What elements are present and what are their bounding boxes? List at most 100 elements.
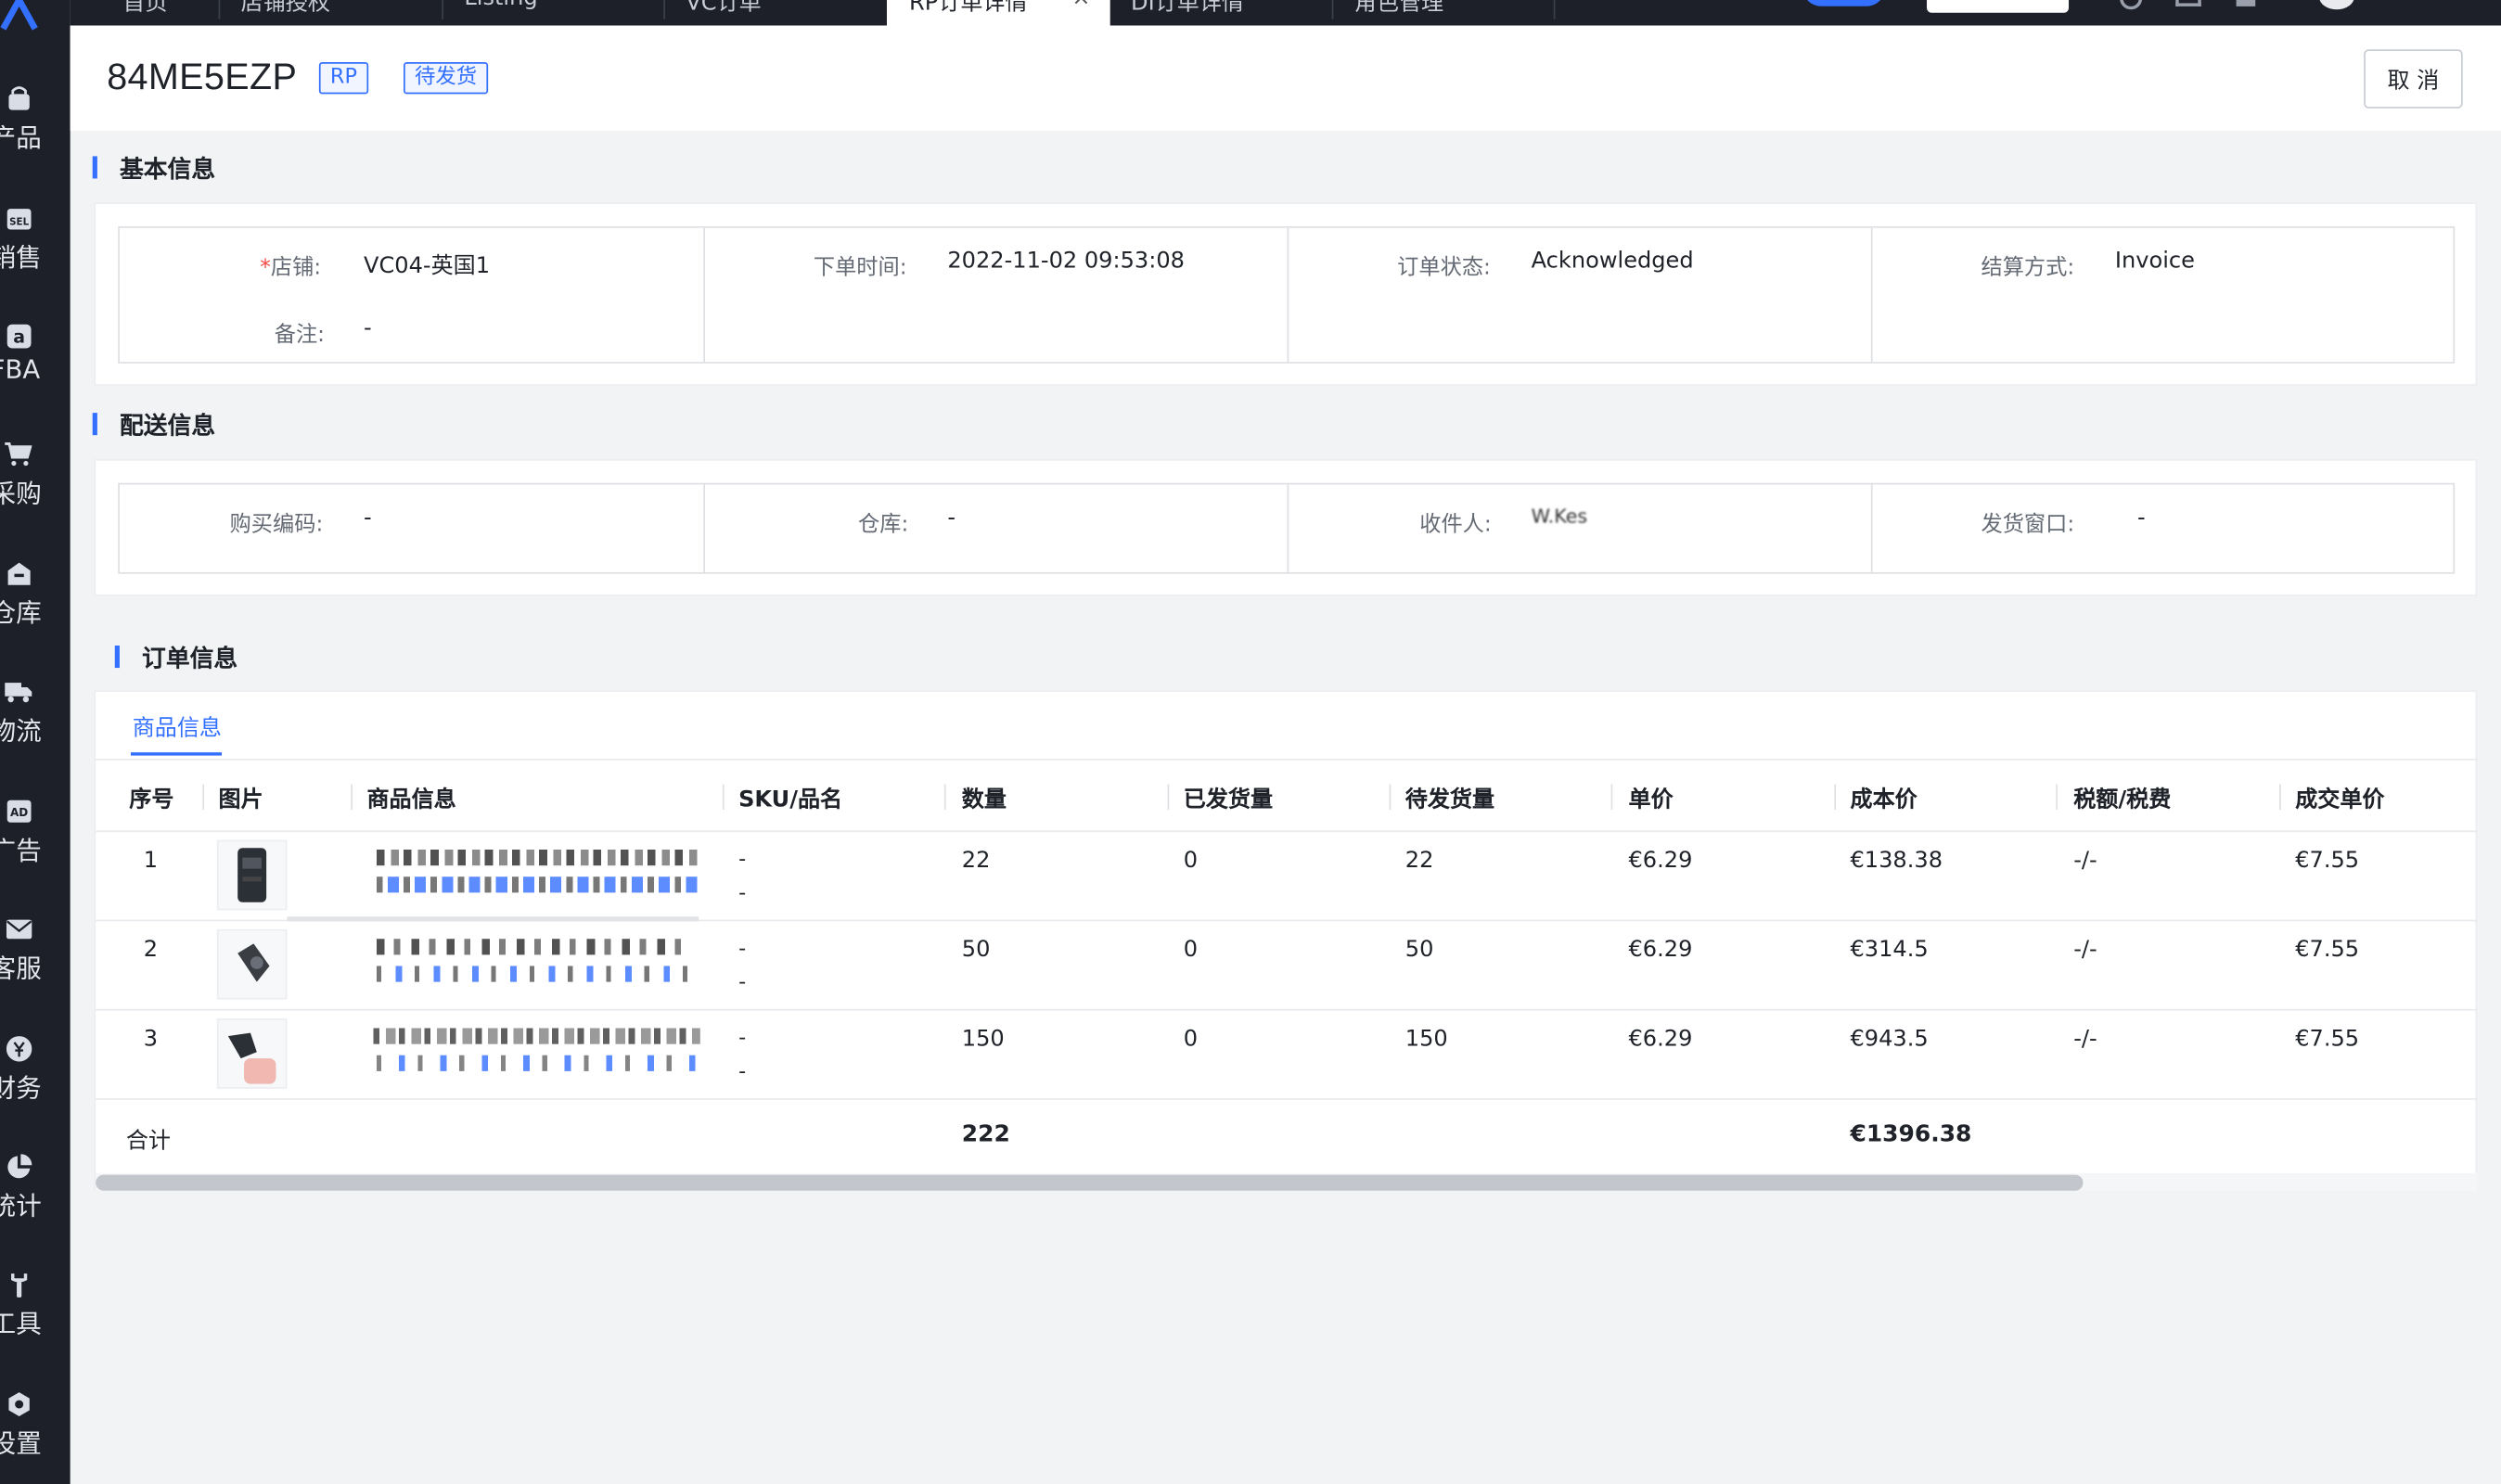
col-separator [1167, 784, 1170, 811]
hexagon-gear-icon [5, 1390, 32, 1417]
unit-price-value: €6.29 [1628, 848, 1693, 874]
tab-vc-orders[interactable]: VC订单 [686, 0, 761, 25]
row-no: 2 [143, 937, 159, 964]
tab-home[interactable]: 首页 [122, 0, 167, 25]
col-separator [722, 784, 725, 811]
tab-store-auth[interactable]: 店铺授权 [241, 0, 330, 25]
tab-separator [218, 0, 221, 19]
col-header-unit-price: 单价 [1628, 787, 1674, 813]
receiver-value: W.Kes [1531, 505, 1588, 528]
col-header-pending: 待发货量 [1404, 787, 1495, 813]
product-asin-redacted[interactable] [376, 966, 689, 982]
brand-logo-icon [0, 0, 38, 31]
cell-scrollbar [287, 916, 699, 922]
product-image-icon [237, 848, 267, 902]
sidebar-item-purchase[interactable]: 采购 [0, 440, 71, 535]
message-icon[interactable] [2175, 0, 2201, 6]
col-separator [1389, 784, 1392, 811]
deal-price-value: €7.55 [2295, 848, 2360, 874]
grid-divider [1287, 484, 1289, 572]
receiver-label: 收件人: [1419, 511, 1492, 538]
col-header-qty: 数量 [961, 787, 1007, 813]
sidebar-item-product[interactable]: 产品 [0, 84, 71, 180]
sidebar-item-ads[interactable]: AD 广告 [0, 797, 71, 892]
tax-value: -/- [2073, 937, 2097, 964]
section-marker [114, 646, 120, 669]
sidebar-item-logistics[interactable]: 物流 [0, 677, 71, 773]
order-status-badge: 待发货 [404, 62, 489, 95]
product-asin-redacted[interactable] [376, 876, 700, 893]
remark-label: 备注: [274, 322, 326, 348]
product-image-icon [227, 1032, 276, 1084]
grid-divider [1870, 484, 1873, 572]
help-icon[interactable] [2120, 0, 2143, 10]
sidebar-item-label: 工具 [0, 1308, 42, 1339]
top-tab-bar: 首页 店铺授权 Listing VC订单 RP订单详情 × DI订单详情 角色管… [70, 0, 2501, 26]
deal-price-value: €7.55 [2295, 1026, 2360, 1053]
sidebar-item-finance[interactable]: 财务 [0, 1034, 71, 1130]
sidebar-item-label: 客服 [0, 953, 42, 984]
sidebar-item-warehouse[interactable]: 仓库 [0, 559, 71, 655]
sidebar-item-settings[interactable]: 设置 [0, 1390, 71, 1484]
mail-icon [5, 915, 32, 941]
shipped-value: 0 [1183, 937, 1199, 964]
product-title-redacted [373, 1028, 700, 1044]
notification-icon[interactable] [2236, 0, 2256, 6]
warehouse-label: 仓库: [858, 511, 909, 538]
order-time-label: 下单时间: [813, 254, 907, 281]
sidebar-item-label: 财务 [0, 1072, 42, 1104]
product-thumbnail[interactable] [216, 839, 288, 911]
pending-value: 150 [1404, 1026, 1448, 1053]
tax-value: -/- [2073, 848, 2097, 874]
product-title-redacted [376, 939, 689, 955]
col-separator [202, 784, 205, 811]
col-separator [351, 784, 353, 811]
tab-separator [663, 0, 665, 19]
deal-price-value: €7.55 [2295, 937, 2360, 964]
sidebar-item-service[interactable]: 客服 [0, 915, 71, 1010]
sidebar-item-stats[interactable]: 统计 [0, 1153, 71, 1248]
wrench-icon [5, 1271, 32, 1298]
order-status-label: 订单状态: [1397, 254, 1491, 281]
col-separator [2056, 784, 2059, 811]
tab-di-order-detail[interactable]: DI订单详情 [1131, 0, 1244, 25]
sidebar-item-label: 产品 [0, 122, 42, 153]
tab-role-management[interactable]: 角色管理 [1354, 0, 1443, 25]
sidebar-item-tools[interactable]: 工具 [0, 1271, 71, 1366]
store-label: *店铺: [260, 254, 322, 281]
basic-info-card: *店铺: VC04-英国1 备注: - 下单时间: 2022-11-02 09:… [94, 202, 2478, 386]
shipped-value: 0 [1183, 848, 1199, 874]
avatar[interactable] [2318, 0, 2354, 10]
product-thumbnail[interactable] [216, 1018, 288, 1089]
purchase-code-value: - [364, 505, 372, 531]
sidebar-item-sales[interactable]: SEL 销售 [0, 204, 71, 300]
store-value: VC04-英国1 [364, 253, 491, 279]
warehouse-value: - [947, 505, 956, 531]
unit-price-value: €6.29 [1628, 1026, 1693, 1053]
col-header-cost: 成本价 [1850, 787, 1917, 813]
product-thumbnail[interactable] [216, 928, 288, 1000]
tab-listing[interactable]: Listing [464, 0, 537, 25]
scrollbar-thumb[interactable] [96, 1174, 2084, 1191]
sidebar-item-label: 销售 [0, 242, 42, 273]
row-divider [96, 1098, 2478, 1100]
col-header-sku: SKU/品名 [738, 787, 843, 813]
sidebar-item-label: 物流 [0, 715, 42, 747]
tab-product-info[interactable]: 商品信息 [133, 710, 222, 742]
truck-icon [5, 677, 32, 704]
global-search-input[interactable] [1927, 0, 2070, 13]
grid-divider [1870, 227, 1873, 363]
sidebar-item-fba[interactable]: a FBA [0, 322, 71, 417]
grid-divider [703, 484, 705, 572]
tax-value: -/- [2073, 1026, 2097, 1053]
cancel-button[interactable]: 取 消 [2364, 49, 2463, 109]
remark-value: - [364, 315, 372, 341]
col-separator [943, 784, 946, 811]
ship-window-value: - [2136, 505, 2146, 531]
cost-value: €943.5 [1850, 1026, 1929, 1053]
row-divider [96, 1008, 2478, 1011]
col-header-shipped: 已发货量 [1183, 787, 1274, 813]
close-icon[interactable]: × [1071, 0, 1090, 11]
product-asin-redacted[interactable] [376, 1055, 700, 1071]
col-separator [1610, 784, 1613, 811]
